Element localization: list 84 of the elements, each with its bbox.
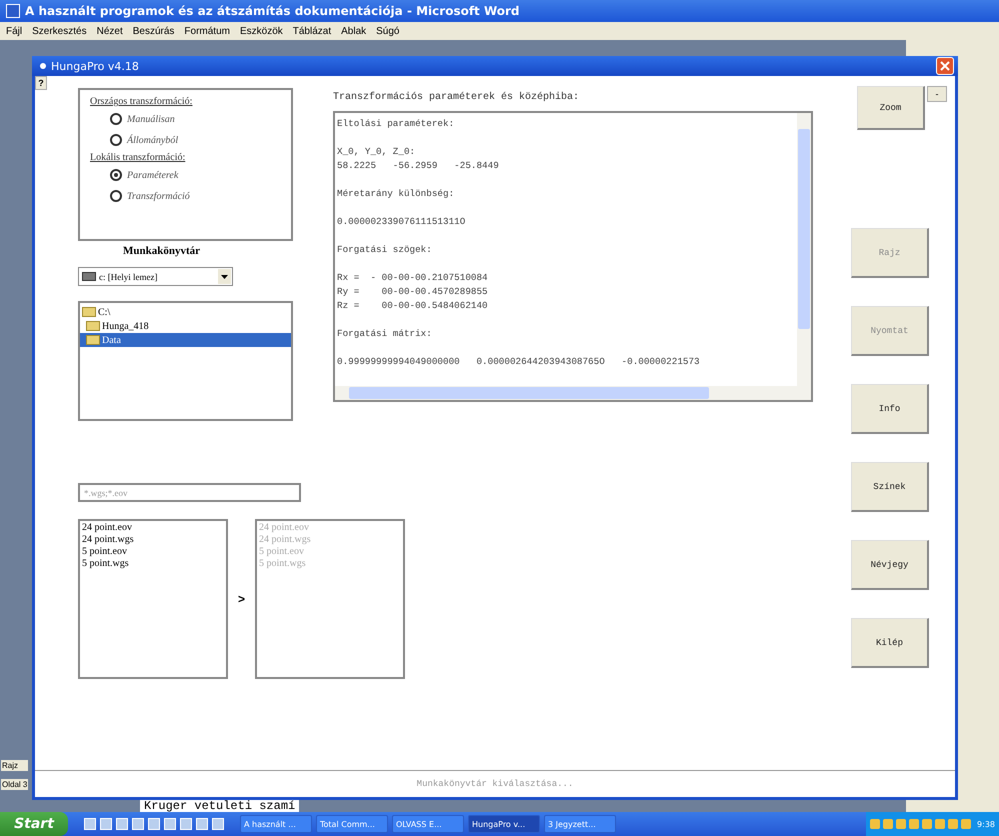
taskbar-button[interactable]: A használt ... [240, 815, 312, 833]
text-line: Rz = 00-00-00.5484062140 [337, 300, 488, 311]
menu-item[interactable]: Eszközök [240, 26, 283, 36]
close-icon [940, 61, 950, 71]
tray-icon[interactable] [961, 819, 972, 829]
tray-icon[interactable] [870, 819, 880, 829]
results-textbox[interactable] [333, 111, 813, 402]
tray-icon[interactable] [883, 819, 894, 829]
clock: 9:38 [977, 820, 995, 828]
menu-item[interactable]: Táblázat [292, 26, 332, 36]
launcher-icon[interactable] [196, 818, 208, 830]
action-button[interactable]: Zoom [857, 86, 925, 130]
close-button[interactable] [936, 57, 954, 75]
action-button[interactable]: Színek [851, 462, 929, 512]
text-line: Rx = - 00-00-00.2107510084 [337, 272, 488, 283]
text-line: Forgatási mátrix: [337, 328, 432, 339]
window-title: HungaPro v4.18 [51, 60, 140, 72]
group-label: Lokális transzformáció: [90, 152, 186, 163]
horizontal-scrollbar[interactable] [335, 386, 811, 400]
app-icon [40, 63, 46, 69]
text-line: 0.99999999994049000000 0.00000264420394308765O -0.00000221573 [337, 356, 700, 367]
vertical-scrollbar[interactable] [797, 113, 811, 386]
menu-item[interactable]: Ablak [341, 26, 366, 36]
text-line: Eltolási paraméterek: [337, 118, 454, 129]
tray-icon[interactable] [909, 819, 920, 829]
file-item[interactable]: 24 point.wgs [82, 534, 224, 546]
launcher-icon[interactable] [132, 818, 144, 830]
text-line: X_0, Y_0, Z_0: [337, 146, 416, 157]
menu-item[interactable]: Súgó [376, 26, 400, 36]
launcher-icon[interactable] [212, 818, 224, 830]
folder-icon [86, 335, 100, 345]
folder-item[interactable]: Data [80, 333, 291, 347]
file-item[interactable]: 24 point.eov [82, 522, 224, 534]
folder-item[interactable]: Hunga_418 [80, 319, 291, 333]
folder-item[interactable]: C:\ [80, 305, 291, 319]
text-line: 58.2225 -56.2959 -25.8449 [337, 160, 499, 171]
menu-item[interactable]: Fájl [6, 26, 22, 36]
side-label: Oldal 3 [1, 779, 28, 790]
file-item[interactable]: 5 point.eov [82, 546, 224, 558]
help-button[interactable]: ? [35, 76, 47, 90]
launcher-icon[interactable] [84, 818, 96, 830]
action-button[interactable]: Névjegy [851, 540, 929, 590]
tray-icon[interactable] [935, 819, 946, 829]
text-line: Forgatási szögek: [337, 244, 432, 255]
folder-icon [82, 307, 96, 317]
minimize-button[interactable]: - [927, 86, 947, 102]
drive-icon [82, 272, 96, 281]
folder-icon [86, 321, 100, 331]
taskbar-button[interactable]: HungaPro v... [468, 815, 540, 833]
launcher-icon[interactable] [164, 818, 176, 830]
radio-option[interactable]: Transzformáció [110, 187, 279, 205]
launcher-icon[interactable] [180, 818, 192, 830]
menu-item[interactable]: Formátum [184, 26, 230, 36]
text-line: Méretarány különbség: [337, 188, 454, 199]
group-label: Országos transzformáció: [90, 96, 192, 107]
radio-option[interactable]: Paraméterek [110, 166, 279, 184]
tray-icon[interactable] [948, 819, 958, 829]
action-button[interactable]: Kilép [851, 618, 929, 668]
launcher-icon[interactable] [116, 818, 128, 830]
status-text: Munkakönyvtár kiválasztása... [416, 779, 574, 789]
document-icon [6, 4, 20, 18]
action-button[interactable]: Info [851, 384, 929, 434]
document-text: Kruger vetuleti szamí [140, 800, 300, 812]
launcher-icon[interactable] [100, 818, 112, 830]
text-line: Ry = 00-00-00.4570289855 [337, 286, 488, 297]
move-button[interactable]: > [228, 589, 255, 609]
side-label: Rajz [1, 760, 28, 771]
text-line: 0.00000233907611151311O [337, 216, 466, 227]
tray-icon[interactable] [922, 819, 932, 829]
taskbar-button[interactable]: Total Comm... [316, 815, 388, 833]
file-item[interactable]: 5 point.wgs [82, 558, 224, 570]
results-label: Transzformációs paraméterek és középhiba: [333, 92, 580, 103]
section-label: Munkakönyvtár [123, 245, 200, 257]
window-title: A használt programok és az átszámítás dokumentációja - Microsoft Word [25, 4, 520, 18]
menu-item[interactable]: Beszúrás [132, 26, 174, 36]
menu-item[interactable]: Nézet [96, 26, 123, 36]
taskbar-button[interactable]: 3 Jegyzett... [544, 815, 616, 833]
drive-dropdown[interactable]: c: [Helyi lemez] [78, 267, 233, 286]
radio-option[interactable]: Állományból [110, 131, 279, 149]
tray-icon[interactable] [896, 819, 906, 829]
radio-option[interactable]: Manuálisan [110, 110, 279, 128]
launcher-icon[interactable] [148, 818, 160, 830]
taskbar-button[interactable]: OLVASS E... [392, 815, 464, 833]
menu-item[interactable]: Szerkesztés [32, 26, 87, 36]
